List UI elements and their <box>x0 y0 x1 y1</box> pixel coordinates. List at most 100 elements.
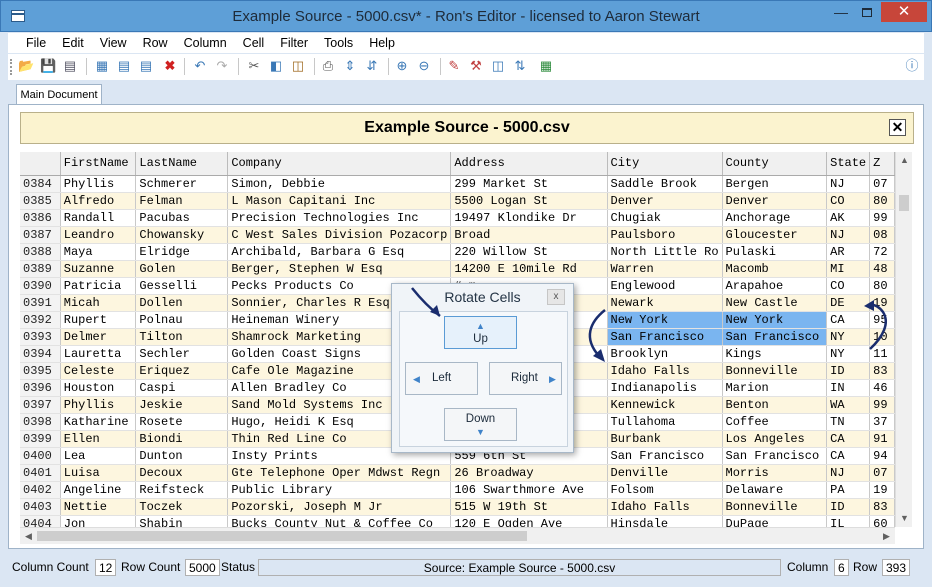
menu-filter[interactable]: Filter <box>272 33 316 53</box>
table-cell[interactable]: Bonneville <box>722 362 828 380</box>
row-number-cell[interactable]: 0402 <box>20 481 61 499</box>
table-cell[interactable]: Polnau <box>135 311 229 329</box>
table-row[interactable]: 0402 Angeline Reifsteck Public Library 106 S… <box>20 481 895 499</box>
table-cell[interactable]: Kennewick <box>607 396 723 414</box>
table-cell[interactable]: CO <box>826 192 871 210</box>
table-cell[interactable]: Bonneville <box>722 498 828 516</box>
menu-cell[interactable]: Cell <box>235 33 273 53</box>
row-number-cell[interactable]: 0403 <box>20 498 61 516</box>
table-cell[interactable]: Hinsdale <box>607 515 723 527</box>
table-cell[interactable]: L Mason Capitani Inc <box>227 192 452 210</box>
table-cell[interactable]: Alfredo <box>60 192 137 210</box>
table-cell[interactable]: 37 <box>869 413 895 431</box>
table-row[interactable]: 0388 Maya Elridge Archibald, Barbara G Esq 2… <box>20 243 895 261</box>
row-number-cell[interactable]: 0396 <box>20 379 61 397</box>
table-cell[interactable]: Idaho Falls <box>607 498 723 516</box>
scroll-right-icon[interactable]: ▶ <box>878 528 895 545</box>
table-cell[interactable]: 11 <box>869 345 895 363</box>
row-number-cell[interactable]: 0387 <box>20 226 61 244</box>
table-cell[interactable]: 48 <box>869 260 895 278</box>
row-number-header[interactable] <box>20 152 61 176</box>
table-cell[interactable]: Maya <box>60 243 137 261</box>
table-cell[interactable]: NJ <box>826 226 871 244</box>
table-cell[interactable]: Jeskie <box>135 396 229 414</box>
table-cell[interactable]: Decoux <box>135 464 229 482</box>
table-cell[interactable]: 10 <box>869 328 895 346</box>
table-cell[interactable]: WA <box>826 396 871 414</box>
table-cell[interactable]: North Little Ro <box>607 243 723 261</box>
zoom-out-icon[interactable]: ⊖ <box>416 58 432 74</box>
table-cell[interactable]: Gte Telephone Oper Mdwst Regn <box>227 464 452 482</box>
table-cell[interactable]: 99 <box>869 396 895 414</box>
table-cell[interactable]: Gloucester <box>722 226 828 244</box>
table-cell[interactable]: Precision Technologies Inc <box>227 209 452 227</box>
table-cell[interactable]: 19497 Klondike Dr <box>450 209 608 227</box>
scroll-left-icon[interactable]: ◀ <box>20 528 37 545</box>
table-cell[interactable]: Marion <box>722 379 828 397</box>
table-cell[interactable]: Englewood <box>607 277 723 295</box>
undo-icon[interactable]: ↶ <box>192 58 208 74</box>
row-number-cell[interactable]: 0388 <box>20 243 61 261</box>
table-cell[interactable]: Golen <box>135 260 229 278</box>
print-icon[interactable]: ⎙ <box>320 58 336 74</box>
row-number-cell[interactable]: 0401 <box>20 464 61 482</box>
table-cell[interactable]: 83 <box>869 498 895 516</box>
table-cell[interactable]: Eriquez <box>135 362 229 380</box>
menu-column[interactable]: Column <box>176 33 235 53</box>
table-cell[interactable]: NY <box>826 345 871 363</box>
table-cell[interactable]: Bergen <box>722 175 828 193</box>
table-cell[interactable]: TN <box>826 413 871 431</box>
table-cell[interactable]: AR <box>826 243 871 261</box>
menu-edit[interactable]: Edit <box>54 33 92 53</box>
table-cell[interactable]: Shabin <box>135 515 229 527</box>
table-cell[interactable]: NJ <box>826 175 871 193</box>
table-cell[interactable]: Rupert <box>60 311 137 329</box>
table-cell[interactable]: Toczek <box>135 498 229 516</box>
table-cell[interactable]: 515 W 19th St <box>450 498 608 516</box>
table-cell[interactable]: Leandro <box>60 226 137 244</box>
table-cell[interactable]: Lea <box>60 447 137 465</box>
save-icon[interactable]: 💾 <box>40 58 56 74</box>
table-cell[interactable]: Denver <box>722 192 828 210</box>
table-cell[interactable]: 91 <box>869 430 895 448</box>
rotate-down-button[interactable]: Down ▼ <box>444 408 517 441</box>
table-cell[interactable]: Chugiak <box>607 209 723 227</box>
info-icon[interactable]: ⓘ <box>904 58 920 74</box>
insert-column-icon[interactable]: ▤ <box>116 58 132 74</box>
table-cell[interactable]: Public Library <box>227 481 452 499</box>
table-cell[interactable]: San Francisco <box>722 447 828 465</box>
row-number-cell[interactable]: 0394 <box>20 345 61 363</box>
tools-icon[interactable]: ⚒ <box>468 58 484 74</box>
row-number-cell[interactable]: 0385 <box>20 192 61 210</box>
tab-main-document[interactable]: Main Document <box>16 84 102 105</box>
table-cell[interactable]: Houston <box>60 379 137 397</box>
menu-help[interactable]: Help <box>361 33 403 53</box>
copy-icon[interactable]: ◧ <box>268 58 284 74</box>
table-cell[interactable]: Phyllis <box>60 175 137 193</box>
rotate-up-button[interactable]: ▲ Up <box>444 316 517 349</box>
table-cell[interactable]: DE <box>826 294 871 312</box>
table-cell[interactable]: Newark <box>607 294 723 312</box>
table-cell[interactable]: Randall <box>60 209 137 227</box>
table-cell[interactable]: CA <box>826 430 871 448</box>
column-header[interactable]: FirstName <box>60 152 137 176</box>
table-cell[interactable]: Saddle Brook <box>607 175 723 193</box>
table-cell[interactable]: Reifsteck <box>135 481 229 499</box>
table-cell[interactable]: 08 <box>869 226 895 244</box>
table-cell[interactable]: San Francisco <box>607 328 723 346</box>
column-properties-icon[interactable]: ◫ <box>490 58 506 74</box>
table-row[interactable]: 0404 Jon Shabin Bucks County Nut & Coffee C… <box>20 515 895 527</box>
row-number-cell[interactable]: 0391 <box>20 294 61 312</box>
dialog-close-button[interactable]: x <box>547 289 565 305</box>
table-cell[interactable]: 106 Swarthmore Ave <box>450 481 608 499</box>
insert-row-icon[interactable]: ▦ <box>94 58 110 74</box>
table-cell[interactable]: Felman <box>135 192 229 210</box>
table-cell[interactable]: New York <box>607 311 723 329</box>
table-cell[interactable]: Dollen <box>135 294 229 312</box>
table-cell[interactable]: Biondi <box>135 430 229 448</box>
table-cell[interactable]: CO <box>826 277 871 295</box>
table-cell[interactable]: CA <box>826 311 871 329</box>
table-cell[interactable]: Katharine <box>60 413 137 431</box>
row-number-cell[interactable]: 0390 <box>20 277 61 295</box>
table-cell[interactable]: Celeste <box>60 362 137 380</box>
